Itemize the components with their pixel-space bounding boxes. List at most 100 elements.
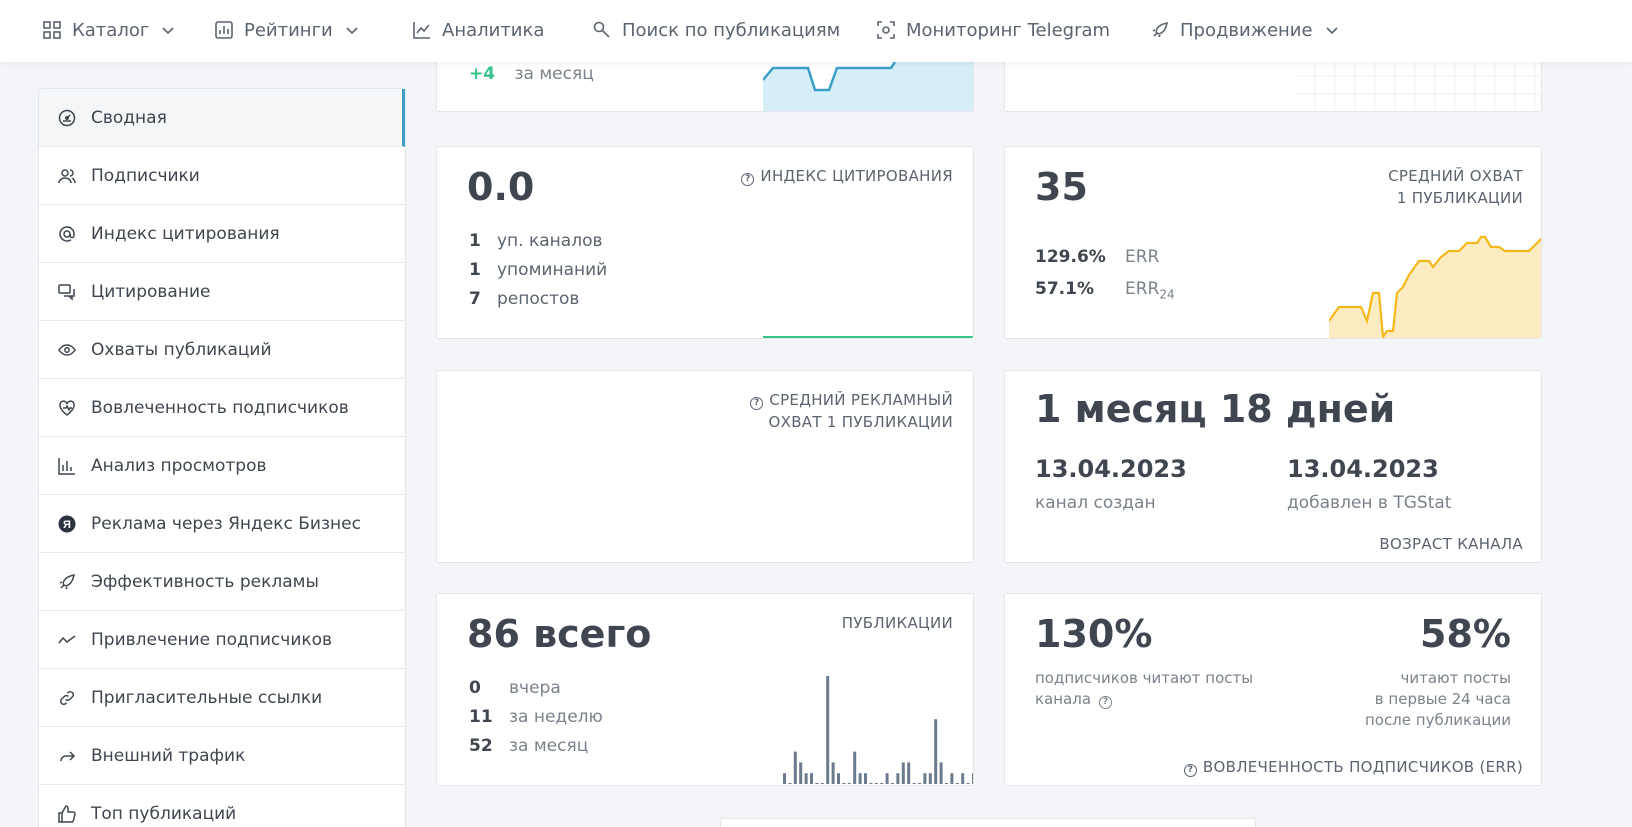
posts-bar — [955, 783, 959, 784]
nav-analytics[interactable]: Аналитика — [412, 0, 544, 60]
nav-search[interactable]: Поиск по публикациям — [592, 0, 840, 60]
citation-row: 7 репостов — [469, 289, 580, 309]
posts-bar — [869, 783, 873, 784]
nav-promotion-label: Продвижение — [1180, 19, 1313, 41]
sidebar-item-label: Внешний трафик — [91, 745, 246, 766]
sidebar-item-label: Подписчики — [91, 165, 200, 186]
help-icon[interactable]: ? — [1183, 764, 1197, 777]
sidebar-item-top-posts[interactable]: Топ публикаций — [39, 785, 405, 827]
posts-row: 52 за месяц — [469, 736, 589, 756]
sidebar-item-label: Пригласительные ссылки — [91, 687, 323, 708]
help-icon[interactable]: ? — [741, 173, 755, 186]
rocket-icon — [1150, 20, 1170, 40]
ad-reach-card: ? СРЕДНИЙ РЕКЛАМНЫЙ ОХВАТ 1 ПУБЛИКАЦИИ — [436, 370, 974, 563]
posts-bar — [788, 783, 792, 784]
citation-index-card: 0.0 ? ИНДЕКС ЦИТИРОВАНИЯ 1 уп. каналов 1 уп… — [436, 146, 974, 339]
engagement-caption[interactable]: ? ВОВЛЕЧЕННОСТЬ ПОДПИСЧИКОВ (ERR) — [1183, 756, 1523, 778]
nav-promotion[interactable]: Продвижение — [1150, 0, 1339, 60]
sidebar-item-acquisition[interactable]: Привлечение подписчиков — [39, 611, 405, 669]
posts-bar — [885, 773, 889, 784]
posts-row: 11 за неделю — [469, 707, 603, 727]
sidebar-item-invite-links[interactable]: Пригласительные ссылки — [39, 669, 405, 727]
chevron-down-icon — [161, 23, 175, 37]
engagement-right-label: читают посты в первые 24 часа после публ… — [1364, 669, 1511, 729]
sidebar-item-engagement[interactable]: Вовлеченность подписчиков — [39, 379, 405, 437]
help-icon[interactable]: ? — [1099, 696, 1113, 709]
engagement-left-label: подписчиков читают посты канала? — [1035, 669, 1254, 709]
sidebar-item-views-analysis[interactable]: Анализ просмотров — [39, 437, 405, 495]
posts-bar — [918, 783, 921, 784]
sidebar-item-ad-efficiency[interactable]: Эффективность рекламы — [39, 553, 405, 611]
sidebar-item-label: Вовлеченность подписчиков — [91, 397, 349, 418]
sidebar-item-label: Привлечение подписчиков — [91, 629, 333, 650]
posts-bar — [842, 783, 846, 784]
avg-reach-sparkline — [1329, 235, 1541, 338]
sidebar-item-external-traffic[interactable]: Внешний трафик — [39, 727, 405, 785]
share-icon — [57, 746, 77, 766]
err24-row: 57.1% ERR24 — [1035, 279, 1175, 302]
sidebar-item-yandex-ads[interactable]: Я Реклама через Яндекс Бизнес — [39, 495, 405, 553]
nav-ratings-label: Рейтинги — [244, 19, 333, 41]
sidebar-item-subscribers[interactable]: Подписчики — [39, 147, 405, 205]
sidebar-item-summary[interactable]: Сводная — [39, 89, 405, 147]
posts-bar — [783, 773, 786, 784]
eye-icon — [57, 340, 77, 360]
trend-icon — [57, 630, 77, 650]
chart-box-icon — [214, 20, 234, 40]
link-icon — [57, 688, 77, 708]
posts-bar — [923, 773, 927, 784]
sidebar-item-citation[interactable]: Цитирование — [39, 263, 405, 321]
posts-bar — [793, 751, 797, 784]
citation-index-caption[interactable]: ? ИНДЕКС ЦИТИРОВАНИЯ — [741, 165, 953, 187]
nav-monitoring[interactable]: Мониторинг Telegram — [876, 0, 1110, 60]
scan-icon — [876, 20, 896, 40]
top-navigation: Каталог Рейтинги Аналитика Поиск по публ… — [0, 0, 1632, 62]
posts-bar — [815, 783, 819, 784]
posts-bar — [880, 783, 884, 784]
err-row: 129.6% ERR — [1035, 247, 1160, 267]
posts-bar — [972, 773, 973, 784]
ad-reach-caption[interactable]: ? СРЕДНИЙ РЕКЛАМНЫЙ ОХВАТ 1 ПУБЛИКАЦИИ — [750, 389, 953, 433]
sidebar-item-label: Сводная — [91, 107, 167, 128]
posts-bar — [820, 783, 824, 784]
citation-index-value: 0.0 — [467, 165, 535, 209]
posts-bar — [901, 762, 905, 784]
rocket-icon — [57, 572, 77, 592]
nav-monitoring-label: Мониторинг Telegram — [906, 19, 1111, 41]
posts-bar — [966, 783, 970, 784]
chevron-down-icon — [345, 23, 359, 37]
added-label: добавлен в TGStat — [1287, 493, 1452, 513]
posts-bar — [891, 783, 894, 784]
bar-chart-icon — [57, 456, 77, 476]
citation-row: 1 уп. каналов — [469, 231, 603, 251]
sidebar-item-label: Охваты публикаций — [91, 339, 272, 360]
posts-bar — [934, 719, 938, 784]
chevron-down-icon — [1325, 23, 1339, 37]
avg-reach-caption: СРЕДНИЙ ОХВАТ 1 ПУБЛИКАЦИИ — [1388, 167, 1523, 207]
bottom-card — [720, 818, 1256, 827]
posts-total: 86 всего — [467, 612, 652, 656]
posts-bar — [847, 783, 851, 784]
sidebar-item-citation-index[interactable]: Индекс цитирования — [39, 205, 405, 263]
subscribers-delta-label: за месяц — [514, 64, 594, 84]
avg-reach-value: 35 — [1035, 165, 1088, 209]
channel-age-value: 1 месяц 18 дней — [1035, 387, 1396, 431]
sidebar-item-label: Анализ просмотров — [91, 455, 267, 476]
sidebar: Сводная Подписчики Индекс цитирования Ци… — [38, 88, 406, 827]
sidebar-item-label: Реклама через Яндекс Бизнес — [91, 513, 361, 534]
posts-bar — [874, 783, 878, 784]
posts-bar — [896, 773, 900, 784]
heart-icon — [57, 398, 77, 418]
quote-icon — [57, 282, 77, 302]
posts-bar — [961, 773, 965, 784]
posts-bar — [799, 762, 803, 784]
sidebar-item-reach[interactable]: Охваты публикаций — [39, 321, 405, 379]
posts-bar — [939, 762, 943, 784]
channel-age-caption: ВОЗРАСТ КАНАЛА — [1379, 535, 1523, 553]
nav-search-label: Поиск по публикациям — [622, 19, 841, 41]
nav-catalog-label: Каталог — [72, 19, 150, 41]
nav-catalog[interactable]: Каталог — [42, 0, 175, 60]
nav-ratings[interactable]: Рейтинги — [214, 0, 359, 60]
at-icon — [57, 224, 77, 244]
help-icon[interactable]: ? — [750, 397, 764, 410]
